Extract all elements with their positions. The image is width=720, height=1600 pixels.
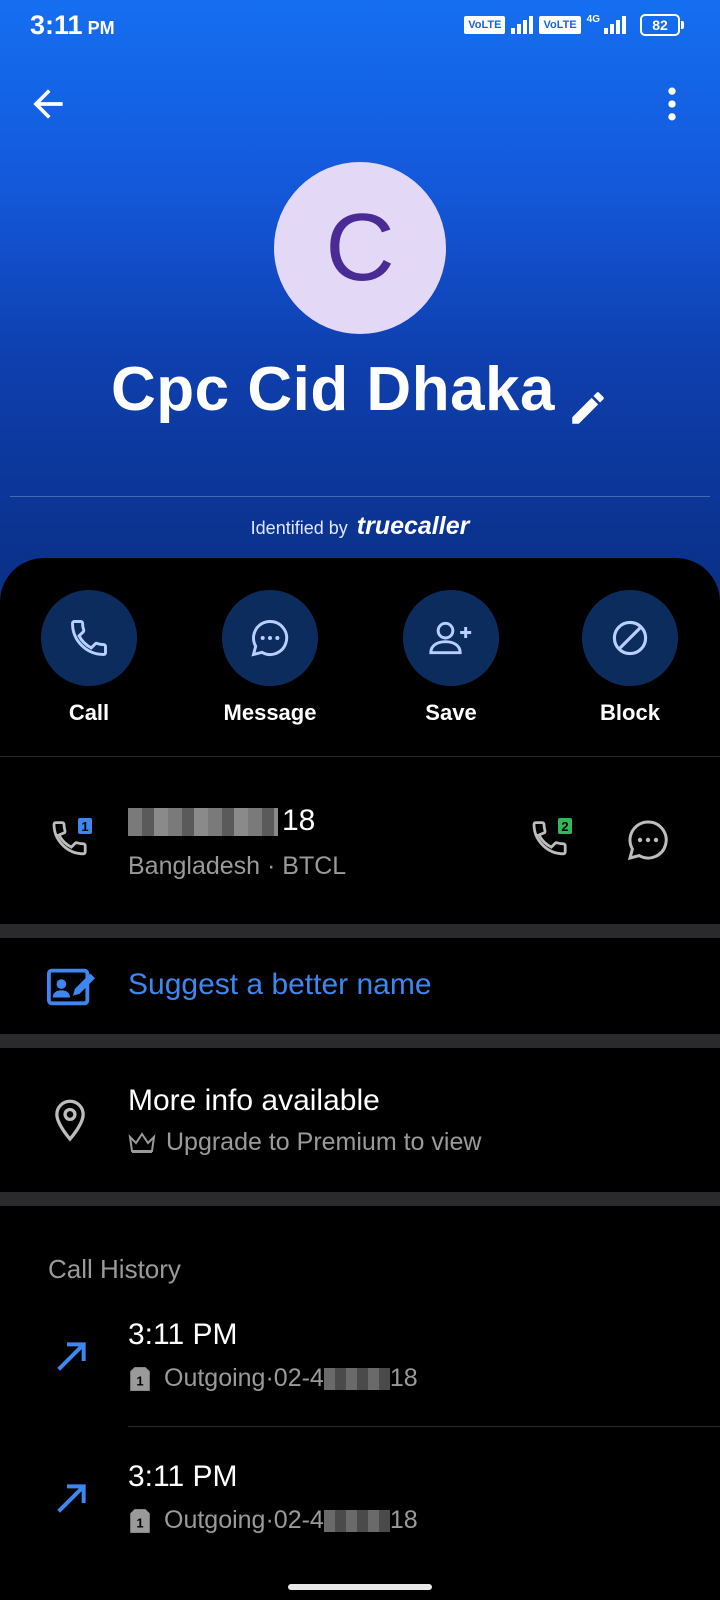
- call-number-prefix: 02-4: [273, 1364, 324, 1392]
- block-label: Block: [600, 700, 660, 725]
- call-button[interactable]: Call: [14, 590, 164, 726]
- call-number-prefix: 02-4: [273, 1506, 324, 1534]
- call-type: Outgoing: [164, 1364, 266, 1392]
- call-item-divider: [128, 1426, 720, 1427]
- message-circle[interactable]: [222, 590, 318, 686]
- call-details: 1 Outgoing · 02-4 18: [128, 1506, 418, 1535]
- call-circle[interactable]: [41, 590, 137, 686]
- call-history-title: Call History: [48, 1254, 181, 1284]
- suggest-name-label[interactable]: Suggest a better name: [128, 968, 432, 1002]
- identified-prefix: Identified by: [250, 518, 348, 538]
- sim-card-badge: 1: [136, 1515, 143, 1530]
- save-button[interactable]: Save: [376, 590, 526, 726]
- identified-by: Identified by truecaller: [0, 512, 720, 541]
- sim2-call-button[interactable]: 2: [528, 816, 576, 864]
- more-vert-icon: [668, 87, 676, 121]
- suggest-name-icon: [46, 964, 96, 1008]
- section-band-1: [0, 924, 720, 938]
- details-sheet: Call Message Save Block 1 18 Bangladesh …: [0, 558, 720, 1600]
- more-info-row[interactable]: More info available Upgrade to Premium t…: [0, 1048, 720, 1188]
- contact-header: 3:11 PM VoLTE VoLTE 4G 82 C Cpc Cid Dhaka…: [0, 0, 720, 600]
- masked-digits: [323, 1367, 390, 1390]
- location-pin-icon: [50, 1098, 90, 1144]
- status-bar: 3:11 PM VoLTE VoLTE 4G 82: [0, 0, 720, 52]
- section-band-3: [0, 1192, 720, 1206]
- sim1-call-button[interactable]: 1: [48, 816, 96, 864]
- chat-icon: [251, 620, 289, 657]
- call-history-item[interactable]: 3:11 PM 1 Outgoing · 02-4 18: [0, 1430, 720, 1570]
- message-button[interactable]: Message: [195, 590, 345, 726]
- status-indicators: VoLTE VoLTE 4G 82: [464, 13, 684, 36]
- crown-icon: [128, 1131, 156, 1153]
- upgrade-text: Upgrade to Premium to view: [166, 1128, 482, 1156]
- sms-button[interactable]: [624, 816, 672, 864]
- call-time: 3:11 PM: [128, 1460, 238, 1493]
- save-circle[interactable]: [403, 590, 499, 686]
- more-info-title: More info available: [128, 1084, 380, 1117]
- call-number-suffix: 18: [389, 1506, 418, 1534]
- masked-digits: [128, 808, 278, 837]
- block-circle[interactable]: [582, 590, 678, 686]
- phone-number-row[interactable]: 1 18 Bangladesh · BTCL 2: [0, 756, 720, 922]
- signal-icon-1: [511, 16, 534, 34]
- volte-badge-2: VoLTE: [539, 16, 581, 34]
- battery-level: 82: [652, 17, 668, 33]
- phone-icon: [71, 620, 107, 656]
- section-band-2: [0, 1034, 720, 1048]
- network-type: 4G: [586, 13, 600, 25]
- sim-card-icon: 1: [130, 1366, 150, 1391]
- masked-digits: [323, 1509, 390, 1532]
- suggest-name-row[interactable]: Suggest a better name: [0, 938, 720, 1034]
- action-bar: Call Message Save Block: [0, 590, 720, 730]
- more-options-button[interactable]: [650, 82, 694, 126]
- sim-card-icon: 1: [130, 1508, 150, 1533]
- avatar-initial: C: [325, 194, 395, 301]
- sim-card-badge: 1: [136, 1373, 143, 1388]
- arrow-left-icon: [33, 89, 63, 119]
- call-number-suffix: 18: [389, 1364, 418, 1392]
- outgoing-call-icon: [57, 1342, 86, 1371]
- sim1-badge: 1: [81, 819, 88, 834]
- status-time-ampm: PM: [87, 18, 115, 38]
- sim2-badge: 2: [561, 819, 568, 834]
- contact-name: Cpc Cid Dhaka: [0, 354, 720, 425]
- phone-number: 18: [128, 804, 315, 838]
- more-info-subtitle: Upgrade to Premium to view: [128, 1128, 481, 1157]
- phone-sim2-icon: 2: [532, 818, 572, 856]
- battery-icon: 82: [640, 14, 684, 36]
- signal-icon-2: [604, 16, 626, 34]
- carrier-info: Bangladesh · BTCL: [128, 852, 347, 880]
- phone-number-suffix: 18: [282, 804, 316, 837]
- avatar: C: [274, 162, 446, 334]
- pencil-icon: [572, 391, 604, 424]
- home-indicator[interactable]: [288, 1584, 432, 1590]
- message-label: Message: [223, 700, 317, 725]
- chat-icon: [627, 820, 668, 861]
- outgoing-call-icon: [57, 1484, 86, 1513]
- call-type: Outgoing: [164, 1506, 266, 1534]
- call-details: 1 Outgoing · 02-4 18: [128, 1364, 418, 1393]
- status-time-value: 3:11: [30, 10, 83, 40]
- edit-name-button[interactable]: [567, 373, 609, 424]
- header-divider: [10, 496, 710, 497]
- status-time: 3:11 PM: [30, 10, 115, 41]
- truecaller-logo: truecaller: [356, 512, 470, 540]
- save-label: Save: [425, 700, 477, 725]
- add-person-icon: [429, 621, 472, 655]
- block-icon: [612, 620, 648, 656]
- volte-badge-1: VoLTE: [464, 16, 506, 34]
- phone-sim1-icon: 1: [52, 818, 92, 856]
- call-time: 3:11 PM: [128, 1318, 238, 1351]
- call-label: Call: [68, 700, 110, 725]
- call-history-item[interactable]: 3:11 PM 1 Outgoing · 02-4 18: [0, 1288, 720, 1428]
- block-button[interactable]: Block: [555, 590, 705, 726]
- back-button[interactable]: [26, 82, 70, 126]
- contact-name-text: Cpc Cid Dhaka: [110, 355, 556, 424]
